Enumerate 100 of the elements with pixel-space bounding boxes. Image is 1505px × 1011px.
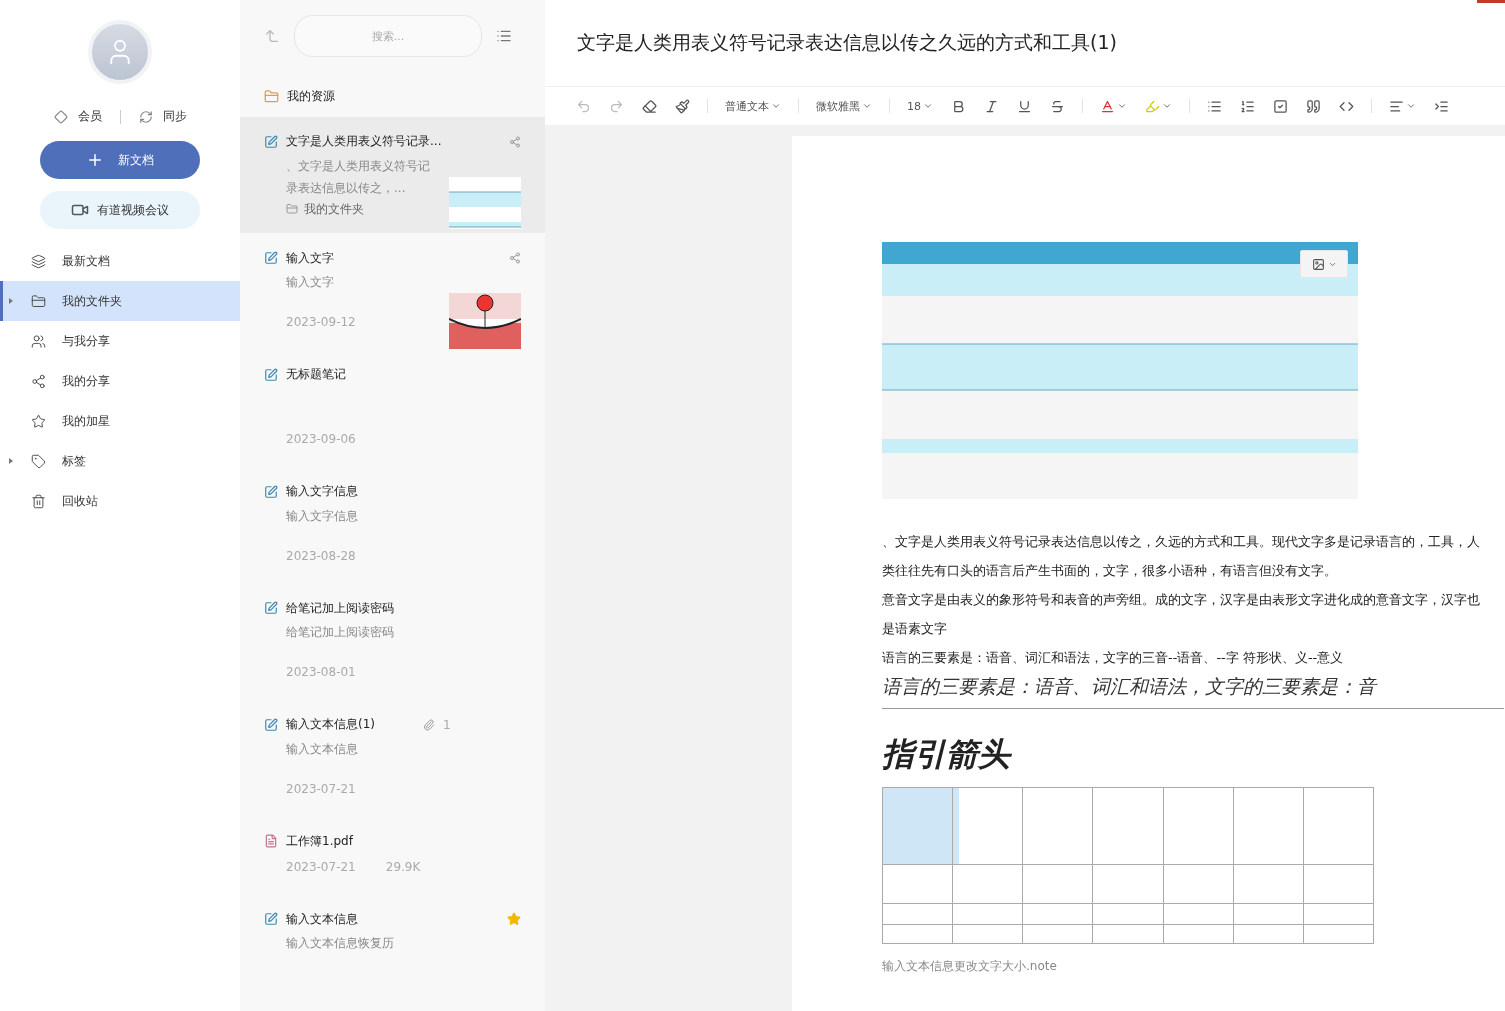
paragraph-style-dropdown[interactable]: 普通文本 (716, 92, 790, 120)
numbered-list-icon (1240, 98, 1255, 114)
image-menu-button[interactable] (1300, 250, 1348, 278)
note-date: 2023-08-28 (286, 548, 356, 563)
sidebar-item[interactable]: 最新文档 (0, 241, 240, 281)
share-icon (31, 373, 46, 389)
sidebar-item[interactable]: 回收站 (0, 481, 240, 521)
note-icon (264, 601, 278, 616)
note-icon (264, 251, 278, 266)
paperclip-icon (423, 718, 435, 731)
star-icon (31, 413, 46, 429)
align-left-icon (1389, 98, 1404, 114)
note-snippet: 、文字是人类用表义符号记录表达信息以传之，... (286, 157, 431, 197)
caret-icon[interactable] (9, 458, 13, 464)
list-view-icon[interactable] (496, 28, 512, 44)
trash-icon (31, 493, 46, 509)
caret-icon (923, 101, 933, 111)
eraser-icon (642, 98, 657, 114)
paintbrush-icon (675, 98, 690, 114)
note-title: 输入文本信息 (286, 910, 358, 928)
note-snippet: 给笔记加上阅读密码 (286, 624, 395, 642)
thumbnail-image (449, 176, 521, 229)
note-snippet: 输入文字信息 (286, 507, 359, 525)
caret-icon (1162, 101, 1172, 111)
note-snippet: 输入文本信息 (286, 740, 359, 758)
resources-link[interactable]: 我的资源 (287, 87, 335, 105)
member-link[interactable]: 会员 (77, 108, 102, 125)
attachment-count: 1 (443, 717, 451, 732)
image-icon (1311, 257, 1325, 271)
highlighter-icon (1145, 98, 1160, 114)
note-date: 2023-07-21 (286, 860, 356, 875)
caret-icon (1406, 101, 1416, 111)
pdf-icon (264, 834, 278, 849)
folder-label: 我的文件夹 (304, 200, 364, 218)
caret-icon (1117, 101, 1127, 111)
new-document-button[interactable]: 新文档 (40, 141, 200, 179)
note-title: 工作簿1.pdf (286, 833, 353, 850)
note-icon (264, 912, 278, 927)
sidebar-item[interactable]: 我的加星 (0, 401, 240, 441)
users-icon (31, 333, 46, 349)
note-icon (264, 367, 278, 382)
note-date: 2023-08-01 (286, 665, 356, 680)
body-paragraph: 意音文字是由表义的象形符号和表音的声旁组。成的文字，汉字是由表形文字进化成的意音文字，汉字也是语素文字 (882, 591, 1481, 638)
file-size: 29.9K (385, 860, 421, 875)
tag-icon (31, 453, 46, 469)
folder-icon (286, 203, 298, 216)
note-title: 输入文字信息 (286, 483, 358, 501)
note-icon (264, 134, 278, 149)
note-snippet: 输入文本信息恢复历 (286, 935, 395, 953)
note-icon (264, 717, 278, 732)
sidebar-item[interactable]: 我的文件夹 (0, 281, 240, 321)
share-icon[interactable] (509, 252, 521, 265)
font-dropdown[interactable]: 微软雅黑 (807, 92, 881, 120)
diamond-icon (53, 109, 68, 124)
sidebar-item[interactable]: 与我分享 (0, 321, 240, 361)
sync-icon[interactable] (138, 109, 153, 124)
folder-icon (31, 293, 46, 309)
italic-icon (984, 98, 999, 114)
note-title: 给笔记加上阅读密码 (286, 599, 394, 617)
star-icon[interactable] (507, 912, 521, 927)
italic-paragraph: 语言的三要素是：语音、词汇和语法，文字的三要素是：音 (882, 674, 1504, 709)
note-title: 输入文字 (286, 249, 334, 267)
indent-icon (1434, 98, 1449, 114)
sync-link[interactable]: 同步 (162, 108, 187, 125)
note-date: 2023-09-06 (286, 431, 356, 446)
plus-icon (86, 151, 104, 169)
quote-icon (1306, 98, 1321, 114)
folder-icon (264, 88, 279, 104)
cartoon-thumbnail (449, 293, 521, 350)
note-icon (264, 484, 278, 499)
sidebar-item[interactable]: 我的分享 (0, 361, 240, 401)
note-title: 无标题笔记 (286, 366, 346, 384)
redo-icon (609, 98, 624, 114)
bold-icon (951, 98, 966, 114)
layers-icon (31, 253, 46, 269)
strikethrough-icon (1050, 98, 1065, 114)
note-date: 2023-07-21 (286, 781, 356, 796)
video-meeting-button[interactable]: 有道视频会议 (40, 191, 200, 229)
bullet-list-icon (1207, 98, 1222, 114)
share-icon[interactable] (509, 135, 521, 148)
checkbox-icon (1273, 98, 1288, 114)
font-size-dropdown[interactable]: 18 (898, 92, 942, 120)
sidebar-item[interactable]: 标签 (0, 441, 240, 481)
undo-icon (576, 98, 591, 114)
body-paragraph: 、文字是人类用表义符号记录表达信息以传之，久远的方式和工具。现代文字多是记录语言的，工具，人类往往先有口头的语言后产生书面的，文字，很多小语种，有语言但没有文字。 (882, 533, 1481, 580)
document-title: 文字是人类用表义符号记录表达信息以传之久远的方式和工具(1) (577, 30, 1117, 55)
section-heading: 指引箭头 (882, 734, 1013, 775)
caret-icon (771, 101, 781, 111)
note-title: 输入文本信息(1) (286, 716, 375, 734)
font-color-icon (1100, 98, 1115, 114)
body-paragraph: 语言的三要素是：语音、词汇和语法，文字的三音--语音、--字 符形状、义--意义 (882, 649, 1345, 667)
note-date: 2023-09-12 (286, 315, 356, 330)
caret-icon (862, 101, 872, 111)
search-field[interactable]: 搜索... (294, 15, 482, 57)
underline-icon (1017, 98, 1032, 114)
note-snippet: 输入文字 (286, 274, 335, 292)
note-title: 文字是人类用表义符号记录... (286, 133, 442, 151)
note-list-item[interactable]: 文字是人类用表义符号记录... 、文字是人类用表义符号记录表达信息以传之，... 我的文件夹 (240, 116, 545, 234)
caret-icon[interactable] (9, 298, 13, 304)
attachment-caption[interactable]: 输入文本信息更改文字大小.note (882, 958, 1505, 975)
